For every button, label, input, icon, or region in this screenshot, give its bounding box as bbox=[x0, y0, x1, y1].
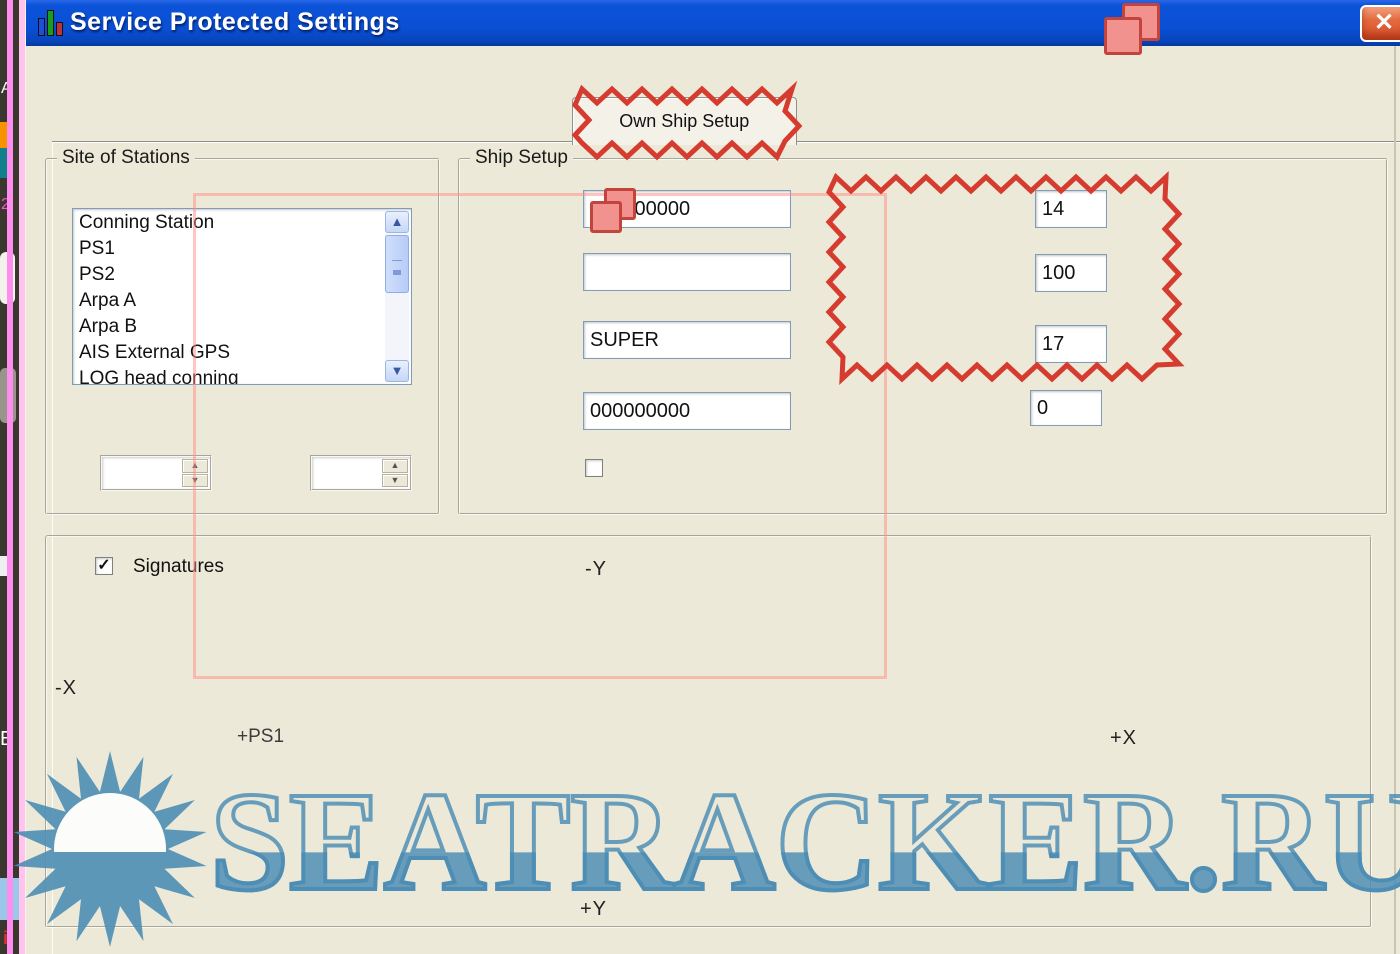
bridge-elevation-input[interactable] bbox=[1035, 325, 1107, 363]
call-sign-input[interactable] bbox=[583, 253, 791, 291]
signatures-checkbox[interactable]: ✓ bbox=[95, 557, 113, 575]
spin-up-icon[interactable]: ▲ bbox=[382, 459, 408, 473]
title-bar[interactable]: Service Protected Settings ✕ bbox=[26, 0, 1400, 46]
scrollbar-thumb[interactable] bbox=[385, 235, 409, 293]
scroll-down-icon[interactable]: ▼ bbox=[385, 360, 409, 382]
desktop-fragment bbox=[7, 0, 13, 954]
signatures-label: Signatures bbox=[133, 556, 224, 578]
axis-label-minus-y: -Y bbox=[585, 558, 607, 581]
axis-label-plus-y: +Y bbox=[580, 898, 607, 921]
length-overall-input[interactable] bbox=[1035, 254, 1107, 292]
station-list-item[interactable]: PS2 bbox=[79, 264, 383, 290]
spin-up-icon[interactable]: ▲ bbox=[182, 459, 208, 473]
station-list-item[interactable]: PS1 bbox=[79, 238, 383, 264]
spin-down-icon[interactable]: ▼ bbox=[382, 474, 408, 488]
axis-label-minus-x: -X bbox=[55, 677, 77, 700]
spin-down-icon[interactable]: ▼ bbox=[182, 474, 208, 488]
station-listbox[interactable]: Conning StationPS1PS2Arpa AArpa BAIS Ext… bbox=[72, 208, 412, 385]
site-of-stations-title: Site of Stations bbox=[57, 147, 195, 169]
ship-setup-title: Ship Setup bbox=[470, 147, 573, 169]
station-list-item[interactable]: Conning Station bbox=[79, 212, 383, 238]
mmsi-input[interactable] bbox=[583, 190, 791, 228]
x-position-spinner[interactable]: ▲▼ bbox=[100, 455, 212, 491]
window-title: Service Protected Settings bbox=[70, 8, 400, 37]
axis-label-plus-x: +X bbox=[1110, 727, 1137, 750]
ship-name-input[interactable] bbox=[583, 321, 791, 359]
beam-overall-input[interactable] bbox=[1035, 190, 1107, 228]
station-list-item[interactable]: AIS External GPS bbox=[79, 342, 383, 368]
y-spin-buttons[interactable]: ▲▼ bbox=[382, 459, 408, 487]
y-position-spinner[interactable]: ▲▼ bbox=[310, 455, 412, 491]
dialog-right-border bbox=[1394, 46, 1396, 954]
station-list-item[interactable]: Arpa B bbox=[79, 316, 383, 342]
station-list: Conning StationPS1PS2Arpa AArpa BAIS Ext… bbox=[79, 212, 383, 384]
sounder-delta-input[interactable] bbox=[1030, 390, 1102, 426]
desktop-background-strip: A 2 E i bbox=[0, 0, 26, 954]
close-button[interactable]: ✕ bbox=[1360, 5, 1400, 42]
ps1-station-marker: +PS1 bbox=[237, 726, 284, 748]
station-list-item[interactable]: LOG head conning bbox=[79, 368, 383, 384]
imo-no-input[interactable] bbox=[583, 392, 791, 430]
x-spin-buttons[interactable]: ▲▼ bbox=[182, 459, 208, 487]
scrollbar-grip bbox=[392, 260, 402, 270]
tab[interactable]: Own Ship Setup bbox=[572, 97, 797, 145]
app-icon bbox=[36, 8, 66, 38]
station-list-item[interactable]: Arpa A bbox=[79, 290, 383, 316]
cs-cog-checkbox[interactable] bbox=[585, 459, 603, 477]
scroll-up-icon[interactable]: ▲ bbox=[385, 211, 409, 233]
station-list-scrollbar[interactable]: ▲ ▼ bbox=[385, 211, 409, 382]
